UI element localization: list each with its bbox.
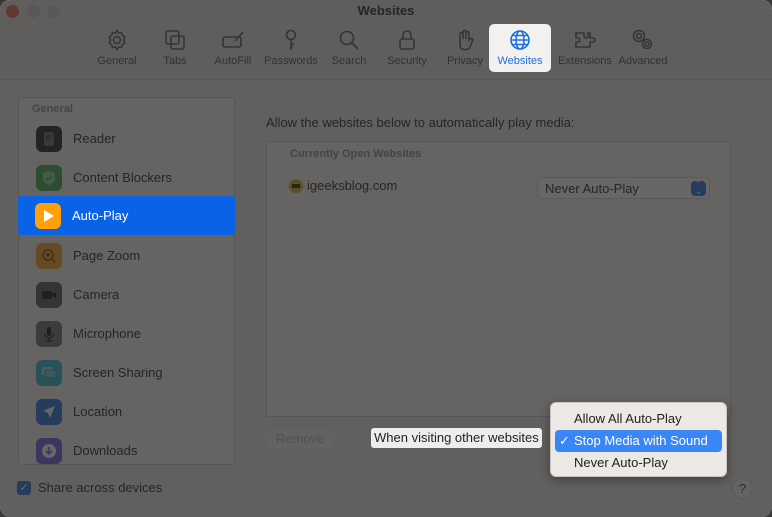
globe-icon xyxy=(510,30,530,50)
tab-label: Security xyxy=(387,55,427,67)
lock-icon xyxy=(399,30,415,50)
sidebar-item-page-zoom[interactable]: Page Zoom xyxy=(19,236,236,275)
sidebar-item-label: Reader xyxy=(73,131,116,146)
menu-item-allow-all[interactable]: Allow All Auto-Play xyxy=(555,408,722,430)
sidebar-item-label: Auto-Play xyxy=(72,208,129,223)
websites-sidebar: General Reader Content Blockers Page Zoo… xyxy=(18,97,235,465)
play-icon xyxy=(35,202,61,229)
microphone-icon xyxy=(36,320,62,347)
camera-icon xyxy=(36,281,62,308)
gears-icon xyxy=(632,29,653,50)
safari-preferences-window: Websites General Tabs AutoFill Passwords… xyxy=(0,0,772,517)
site-autoplay-value: Never Auto-Play xyxy=(545,180,639,196)
sidebar-item-auto-play[interactable]: Auto-Play xyxy=(18,196,235,235)
website-row[interactable]: igeeksblog.com xyxy=(289,178,397,193)
tab-websites-highlight: Websites xyxy=(489,24,551,72)
title-bar: Websites General Tabs AutoFill Passwords… xyxy=(0,0,772,80)
puzzle-icon xyxy=(575,32,596,48)
checkmark-icon: ✓ xyxy=(559,433,570,448)
tab-label: Passwords xyxy=(264,55,318,67)
tab-general[interactable]: General xyxy=(88,24,146,72)
updown-chevron-icon: ⌃ ⌄ xyxy=(691,180,706,196)
tabs-icon xyxy=(165,30,185,50)
location-icon xyxy=(36,398,62,425)
shield-check-icon xyxy=(36,164,62,191)
key-icon xyxy=(285,29,297,50)
hand-icon xyxy=(459,29,474,51)
tab-tabs[interactable]: Tabs xyxy=(146,24,204,72)
sidebar-item-reader[interactable]: Reader xyxy=(19,119,236,158)
other-websites-label: When visiting other websites xyxy=(371,428,542,448)
sidebar-item-label: Content Blockers xyxy=(73,170,172,185)
sidebar-item-label: Microphone xyxy=(73,326,141,341)
sidebar-item-label: Page Zoom xyxy=(73,248,141,263)
tab-websites[interactable]: Websites xyxy=(489,24,551,72)
sidebar-item-label: Screen Sharing xyxy=(73,365,163,380)
sidebar-item-label: Location xyxy=(73,404,123,419)
magnifier-icon xyxy=(339,30,359,50)
sidebar-item-downloads[interactable]: Downloads xyxy=(19,431,236,470)
tab-label: Privacy xyxy=(446,55,484,67)
websites-list: Currently Open Websites igeeksblog.com N… xyxy=(266,141,731,417)
screen-sharing-icon xyxy=(36,359,62,386)
tab-advanced[interactable]: Advanced xyxy=(614,24,672,72)
sidebar-item-autoplay-highlight: Auto-Play xyxy=(18,196,235,235)
download-icon xyxy=(36,437,62,464)
share-label: Share across devices xyxy=(38,480,163,495)
tab-search[interactable]: Search xyxy=(320,24,378,72)
sidebar-item-label: Downloads xyxy=(73,443,138,458)
site-favicon-icon xyxy=(289,178,303,193)
gear-icon xyxy=(108,28,126,52)
tab-passwords[interactable]: Passwords xyxy=(262,24,320,72)
tab-label: Search xyxy=(331,55,367,67)
sidebar-item-microphone[interactable]: Microphone xyxy=(19,314,236,353)
remove-button[interactable]: Remove xyxy=(266,428,334,449)
site-name: igeeksblog.com xyxy=(307,178,398,193)
currently-open-header: Currently Open Websites xyxy=(290,148,422,160)
help-button[interactable]: ? xyxy=(732,478,753,499)
tab-extensions[interactable]: Extensions xyxy=(556,24,614,72)
tab-security[interactable]: Security xyxy=(378,24,436,72)
sidebar-item-camera[interactable]: Camera xyxy=(19,275,236,314)
tab-autofill[interactable]: AutoFill xyxy=(204,24,262,72)
autofill-icon xyxy=(222,31,244,48)
sidebar-item-label: Camera xyxy=(73,287,120,302)
share-checkbox[interactable]: ✓ xyxy=(17,480,31,495)
menu-item-label: Stop Media with Sound xyxy=(574,433,708,448)
sidebar-item-location[interactable]: Location xyxy=(19,392,236,431)
autoplay-description: Allow the websites below to automaticall… xyxy=(266,115,575,130)
reader-icon xyxy=(36,125,62,152)
menu-item-stop-media-with-sound[interactable]: ✓ Stop Media with Sound xyxy=(555,430,722,452)
menu-item-never-auto-play[interactable]: Never Auto-Play xyxy=(555,452,722,474)
tab-privacy[interactable]: Privacy xyxy=(436,24,494,72)
sidebar-item-screen-sharing[interactable]: Screen Sharing xyxy=(19,353,236,392)
zoom-icon xyxy=(36,242,62,269)
window-title: Websites xyxy=(357,3,415,18)
tab-label: Extensions xyxy=(558,55,612,67)
tab-label: Advanced xyxy=(618,55,668,67)
share-across-devices[interactable]: ✓ Share across devices xyxy=(17,480,162,495)
sidebar-item-content-blockers[interactable]: Content Blockers xyxy=(19,158,236,197)
sidebar-header: General xyxy=(32,103,73,115)
tab-label: General xyxy=(97,55,137,67)
tab-label: AutoFill xyxy=(214,55,252,67)
tab-label: Tabs xyxy=(163,55,187,67)
site-autoplay-select[interactable]: Never Auto-Play ⌃ ⌄ xyxy=(537,177,710,199)
menu-item-label: Allow All Auto-Play xyxy=(574,411,682,426)
autoplay-options-menu: Allow All Auto-Play ✓ Stop Media with So… xyxy=(550,402,727,477)
preferences-toolbar: General Tabs AutoFill Passwords Search S… xyxy=(88,24,672,72)
menu-item-label: Never Auto-Play xyxy=(574,455,668,470)
tab-label: Websites xyxy=(497,55,543,67)
